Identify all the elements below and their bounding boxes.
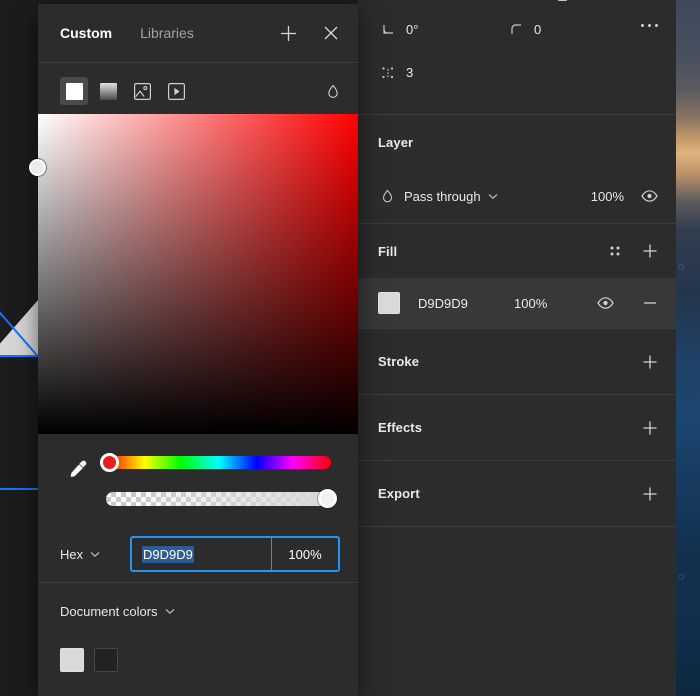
bird-glyph: ◌ bbox=[678, 261, 685, 273]
alpha-slider-handle[interactable] bbox=[318, 489, 337, 508]
alpha-gradient bbox=[106, 492, 331, 506]
fill-hex-value[interactable]: D9D9D9 bbox=[418, 296, 514, 311]
alpha-slider[interactable] bbox=[106, 492, 331, 506]
angle-icon bbox=[378, 23, 398, 36]
canvas-photo-image[interactable]: ◌ ◌ bbox=[676, 0, 700, 696]
image-icon bbox=[133, 82, 151, 100]
fill-type-solid-button[interactable] bbox=[60, 77, 88, 105]
hex-input-value: D9D9D9 bbox=[142, 545, 194, 563]
fill-type-gradient-button[interactable] bbox=[94, 77, 122, 105]
saturation-value-handle[interactable] bbox=[29, 159, 46, 176]
document-color-swatch[interactable] bbox=[60, 648, 84, 672]
fill-item-row[interactable]: D9D9D9 100% bbox=[358, 278, 676, 328]
selection-outline-bottom bbox=[0, 488, 38, 490]
dot bbox=[655, 24, 658, 27]
export-section-title: Export bbox=[378, 486, 420, 501]
layer-section: Layer Pass through 100% bbox=[358, 115, 676, 223]
document-colors-section: Document colors bbox=[38, 582, 358, 672]
bird-glyph: ◌ bbox=[678, 571, 685, 583]
effects-section-header: Effects bbox=[358, 395, 676, 460]
document-colors-title: Document colors bbox=[60, 603, 158, 619]
color-picker-header: Custom Libraries bbox=[38, 4, 358, 62]
color-sliders bbox=[38, 434, 358, 522]
layer-blend-row: Pass through 100% bbox=[358, 169, 676, 223]
layer-visibility-toggle[interactable] bbox=[641, 190, 658, 202]
document-color-swatch[interactable] bbox=[94, 648, 118, 672]
fill-color-swatch[interactable] bbox=[378, 292, 400, 314]
layer-section-title: Layer bbox=[378, 134, 414, 150]
fill-type-video-button[interactable] bbox=[162, 77, 190, 105]
app-root: ◌ ◌ 0° 0 3 Layer Pass through 100% Fill … bbox=[0, 0, 700, 696]
add-effect-button[interactable] bbox=[642, 420, 658, 436]
hue-slider-handle[interactable] bbox=[100, 453, 119, 472]
rotation-value: 0° bbox=[406, 22, 419, 37]
add-fill-button[interactable] bbox=[642, 243, 658, 259]
layer-section-header: Layer bbox=[358, 115, 676, 169]
fill-section-header: Fill bbox=[358, 224, 676, 278]
tab-libraries[interactable]: Libraries bbox=[140, 25, 194, 41]
video-icon bbox=[167, 82, 185, 100]
more-options-button[interactable] bbox=[641, 24, 658, 27]
divider bbox=[358, 526, 676, 527]
solid-swatch-icon bbox=[65, 82, 83, 100]
fill-section-title: Fill bbox=[378, 243, 398, 259]
canvas-visible-strip[interactable] bbox=[0, 0, 38, 696]
fill-type-image-button[interactable] bbox=[128, 77, 156, 105]
stroke-section-title: Stroke bbox=[378, 354, 420, 369]
color-picker-popover: Custom Libraries Hex D9D9D9 100% Documen… bbox=[29, 4, 358, 696]
blend-mode-icon bbox=[378, 189, 396, 203]
saturation-value-area[interactable] bbox=[29, 114, 358, 434]
eyedropper-icon[interactable] bbox=[66, 458, 90, 482]
export-section-header: Export bbox=[358, 461, 676, 526]
hex-alpha-input[interactable]: 100% bbox=[272, 538, 338, 570]
dot bbox=[648, 24, 651, 27]
add-stroke-button[interactable] bbox=[642, 354, 658, 370]
remove-fill-button[interactable] bbox=[642, 295, 658, 311]
clipped-control-above[interactable] bbox=[558, 0, 567, 1]
properties-panel: 0° 0 3 Layer Pass through 100% Fill D9D9… bbox=[358, 0, 676, 696]
chevron-down-icon[interactable] bbox=[90, 551, 100, 558]
chevron-down-icon[interactable] bbox=[165, 608, 175, 615]
fill-type-row bbox=[38, 63, 358, 119]
fill-opacity-value[interactable]: 100% bbox=[514, 296, 547, 311]
blend-mode-value[interactable]: Pass through bbox=[404, 189, 481, 204]
fill-visibility-toggle[interactable] bbox=[597, 297, 614, 309]
color-model-label[interactable]: Hex bbox=[60, 547, 83, 562]
fill-styles-button[interactable] bbox=[608, 244, 622, 258]
blend-mode-icon[interactable] bbox=[326, 84, 340, 99]
effects-section: Effects bbox=[358, 395, 676, 460]
effects-section-title: Effects bbox=[378, 420, 423, 435]
dot bbox=[641, 24, 644, 27]
hex-input[interactable]: D9D9D9 bbox=[132, 538, 271, 570]
independent-corners-icon bbox=[378, 66, 398, 80]
independent-corners-value: 3 bbox=[406, 65, 414, 80]
hue-slider[interactable] bbox=[100, 453, 331, 472]
transform-section: 0° 0 3 bbox=[358, 0, 676, 114]
hex-field-group: D9D9D9 100% bbox=[130, 536, 340, 572]
stroke-section: Stroke bbox=[358, 329, 676, 394]
chevron-down-icon[interactable] bbox=[488, 193, 498, 200]
add-export-button[interactable] bbox=[642, 486, 658, 502]
close-icon[interactable] bbox=[322, 24, 340, 42]
stroke-section-header: Stroke bbox=[358, 329, 676, 394]
corner-radius-field[interactable]: 0 bbox=[506, 22, 541, 37]
independent-corners-field[interactable]: 3 bbox=[378, 65, 413, 80]
corner-radius-icon bbox=[506, 23, 526, 36]
add-color-style-button[interactable] bbox=[279, 24, 298, 43]
rotation-field[interactable]: 0° bbox=[378, 22, 418, 37]
export-section: Export bbox=[358, 461, 676, 526]
document-colors-header[interactable]: Document colors bbox=[38, 582, 358, 640]
selection-outline-top bbox=[0, 355, 38, 357]
corner-radius-value: 0 bbox=[534, 22, 542, 37]
fill-section: Fill D9D9D9 100% bbox=[358, 224, 676, 328]
document-colors-swatches bbox=[38, 640, 358, 672]
gradient-swatch-icon bbox=[99, 82, 117, 100]
tab-custom[interactable]: Custom bbox=[60, 25, 112, 41]
hex-input-row: Hex D9D9D9 100% bbox=[38, 526, 358, 582]
